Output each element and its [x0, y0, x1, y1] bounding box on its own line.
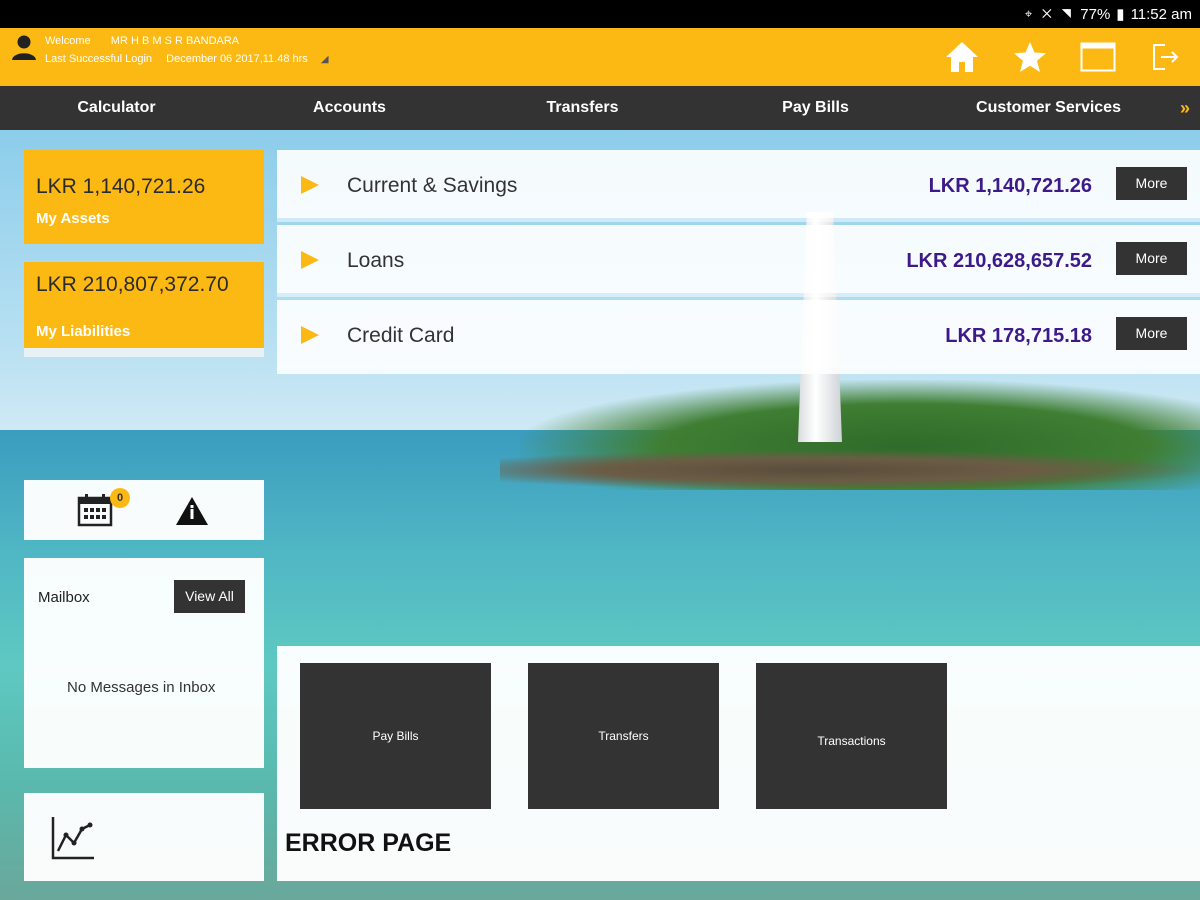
calendar-count-badge: 0 — [110, 488, 130, 508]
background-rocks — [500, 450, 1200, 490]
home-icon — [946, 42, 978, 72]
warning-icon — [176, 497, 208, 525]
logout-button[interactable] — [1132, 28, 1200, 86]
assets-amount: LKR 1,140,721.26 — [36, 175, 206, 198]
account-value: LKR 178,715.18 — [945, 325, 1092, 347]
expand-arrow-icon[interactable] — [301, 326, 319, 344]
divider — [277, 293, 1200, 297]
login-details-toggle-icon[interactable]: ◢ — [321, 51, 329, 69]
alerts-card: 0 — [24, 480, 264, 540]
account-name: Loans — [347, 249, 405, 272]
more-button[interactable]: More — [1116, 242, 1187, 275]
status-icons: ⌖ ✕ ◥ — [1024, 6, 1075, 21]
quick-pay-bills-button[interactable]: Pay Bills — [300, 663, 491, 809]
mailbox-card: Mailbox View All No Messages in Inbox — [24, 558, 264, 768]
welcome-label: Welcome — [45, 35, 91, 47]
quick-transactions-button[interactable]: Transactions — [756, 663, 947, 809]
line-chart-icon[interactable] — [50, 815, 96, 866]
favorites-button[interactable] — [996, 28, 1064, 86]
more-button[interactable]: More — [1116, 167, 1187, 200]
account-value: LKR 1,140,721.26 — [928, 175, 1092, 197]
account-row-current-savings[interactable]: Current & Savings LKR 1,140,721.26 More — [277, 150, 1200, 218]
logout-icon — [1153, 44, 1179, 70]
my-assets-tile[interactable]: LKR 1,140,721.26 My Assets — [24, 150, 264, 244]
user-name: MR H B M S R BANDARA — [110, 35, 240, 47]
liabilities-amount: LKR 210,807,372.70 — [36, 273, 229, 296]
warning-button[interactable] — [174, 495, 210, 532]
nav-item-customer-services[interactable]: Customer Services — [932, 99, 1165, 117]
status-bar: ⌖ ✕ ◥ 77% ▮ 11:52 am — [0, 0, 1200, 28]
welcome-info: Welcome MR H B M S R BANDARA Last Succes… — [45, 32, 329, 69]
quick-actions-panel: Pay Bills Transfers Transactions ERROR P… — [277, 646, 1200, 881]
account-name: Credit Card — [347, 324, 455, 347]
quick-transfers-button[interactable]: Transfers — [528, 663, 719, 809]
nav-item-transfers[interactable]: Transfers — [466, 99, 699, 117]
nav-item-pay-bills[interactable]: Pay Bills — [699, 99, 932, 117]
account-row-loans[interactable]: Loans LKR 210,628,657.52 More — [277, 225, 1200, 293]
mailbox-empty-message: No Messages in Inbox — [67, 679, 216, 696]
battery-icon: ▮ — [1116, 6, 1125, 23]
home-button[interactable] — [928, 28, 996, 86]
liabilities-tile-footer — [24, 348, 264, 357]
last-login-label: Last Successful Login — [45, 53, 153, 65]
window-icon — [1080, 42, 1116, 72]
view-all-button[interactable]: View All — [174, 580, 245, 613]
my-liabilities-tile[interactable]: LKR 210,807,372.70 My Liabilities — [24, 262, 264, 356]
app-header: Welcome MR H B M S R BANDARA Last Succes… — [0, 28, 1200, 86]
account-name: Current & Savings — [347, 174, 518, 197]
user-icon[interactable] — [10, 33, 38, 61]
expand-arrow-icon[interactable] — [301, 251, 319, 269]
account-row-credit-card[interactable]: Credit Card LKR 178,715.18 More — [277, 300, 1200, 368]
nav-more-chevron-icon[interactable]: » — [1180, 98, 1190, 119]
window-button[interactable] — [1064, 28, 1132, 86]
battery-level: 77% — [1080, 5, 1111, 23]
mailbox-title: Mailbox — [38, 589, 90, 606]
calendar-icon — [77, 494, 113, 527]
error-page-title: ERROR PAGE — [285, 829, 452, 857]
account-value: LKR 210,628,657.52 — [906, 250, 1092, 272]
last-login-value: December 06 2017,11.48 hrs — [166, 53, 308, 65]
favorites-star-icon — [1014, 42, 1046, 72]
liabilities-label: My Liabilities — [36, 323, 131, 340]
expand-arrow-icon[interactable] — [301, 176, 319, 194]
calendar-button[interactable] — [77, 493, 113, 532]
divider — [277, 218, 1200, 222]
more-button[interactable]: More — [1116, 317, 1187, 350]
divider — [277, 368, 1200, 374]
assets-label: My Assets — [36, 210, 110, 227]
nav-item-accounts[interactable]: Accounts — [233, 99, 466, 117]
analytics-card[interactable] — [24, 793, 264, 881]
clock: 11:52 am — [1130, 5, 1192, 23]
nav-item-calculator[interactable]: Calculator — [0, 99, 233, 117]
main-nav: Calculator Accounts Transfers Pay Bills … — [0, 86, 1200, 130]
